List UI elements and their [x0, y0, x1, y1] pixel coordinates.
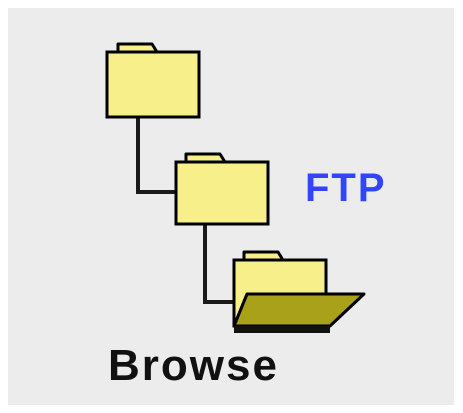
folder-open-icon: [232, 250, 366, 333]
folder-icon: [174, 152, 270, 226]
ftp-label: FTP: [305, 166, 387, 210]
browse-label: Browse: [108, 341, 279, 390]
folder-icon: [105, 42, 201, 119]
